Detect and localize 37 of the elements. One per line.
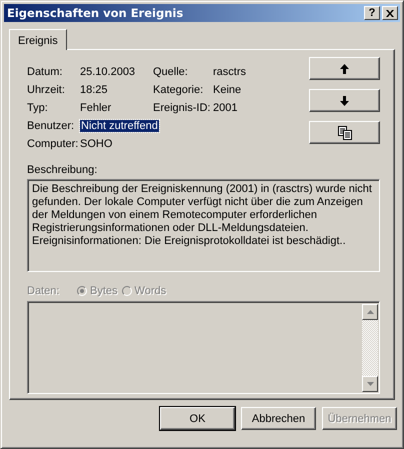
field-label: Uhrzeit: (27, 84, 65, 96)
scroll-up-button[interactable] (362, 304, 378, 320)
field-value: Nicht zutreffend (80, 120, 159, 132)
field-value: 25.10.2003 (80, 66, 136, 78)
window-title: Eigenschaften von Ereignis (7, 6, 184, 20)
field-value: 2001 (213, 102, 238, 114)
previous-button[interactable] (309, 57, 380, 80)
field-value: 18:25 (80, 84, 108, 96)
scrollbar[interactable] (362, 304, 378, 392)
tab[interactable]: Ereignis (9, 29, 67, 50)
field-value: rasctrs (213, 66, 246, 78)
field-value: Keine (213, 84, 242, 96)
field-label: Ereignis-ID: (153, 102, 210, 114)
help-button[interactable]: ? (364, 6, 380, 20)
field-label: Datum: (27, 66, 62, 78)
next-button[interactable] (309, 89, 380, 112)
field-value: Fehler (80, 102, 112, 114)
field-label: Computer: (27, 138, 78, 150)
arrow-up-icon (340, 64, 349, 74)
section-label: Beschreibung: (27, 164, 98, 178)
arrow-down-icon (366, 382, 374, 386)
field-value: SOHO (80, 138, 112, 150)
field-label: Kategorie: (153, 84, 204, 96)
section-label: Daten: (27, 285, 60, 297)
description-box: Die Beschreibung der Ereigniskennung (2001) in (rasctrs) wurde nicht gefunden. Der lokale Computer verfügt nicht über die zum Anzeigen der Meldungen von einem Remotecomputer erforderlichen Registrierungsinformationen oder DLL-Meldungsdateien. Ereignisinformationen: Die Ereignisprotokolldatei ist beschädigt.. (27, 179, 380, 272)
copy-button[interactable] (309, 121, 380, 144)
dialog-button[interactable]: Abbrechen (241, 407, 316, 430)
arrow-up-icon (366, 310, 374, 314)
close-button[interactable] (382, 6, 398, 20)
close-icon (386, 10, 394, 16)
field-label: Quelle: (153, 66, 188, 78)
scroll-down-button[interactable] (362, 376, 378, 392)
copy-icon (338, 126, 352, 140)
field-label: Typ: (27, 102, 48, 114)
arrow-down-icon (340, 96, 349, 106)
dialog-button[interactable]: OK (160, 407, 235, 430)
field-label: Benutzer: (27, 120, 74, 132)
